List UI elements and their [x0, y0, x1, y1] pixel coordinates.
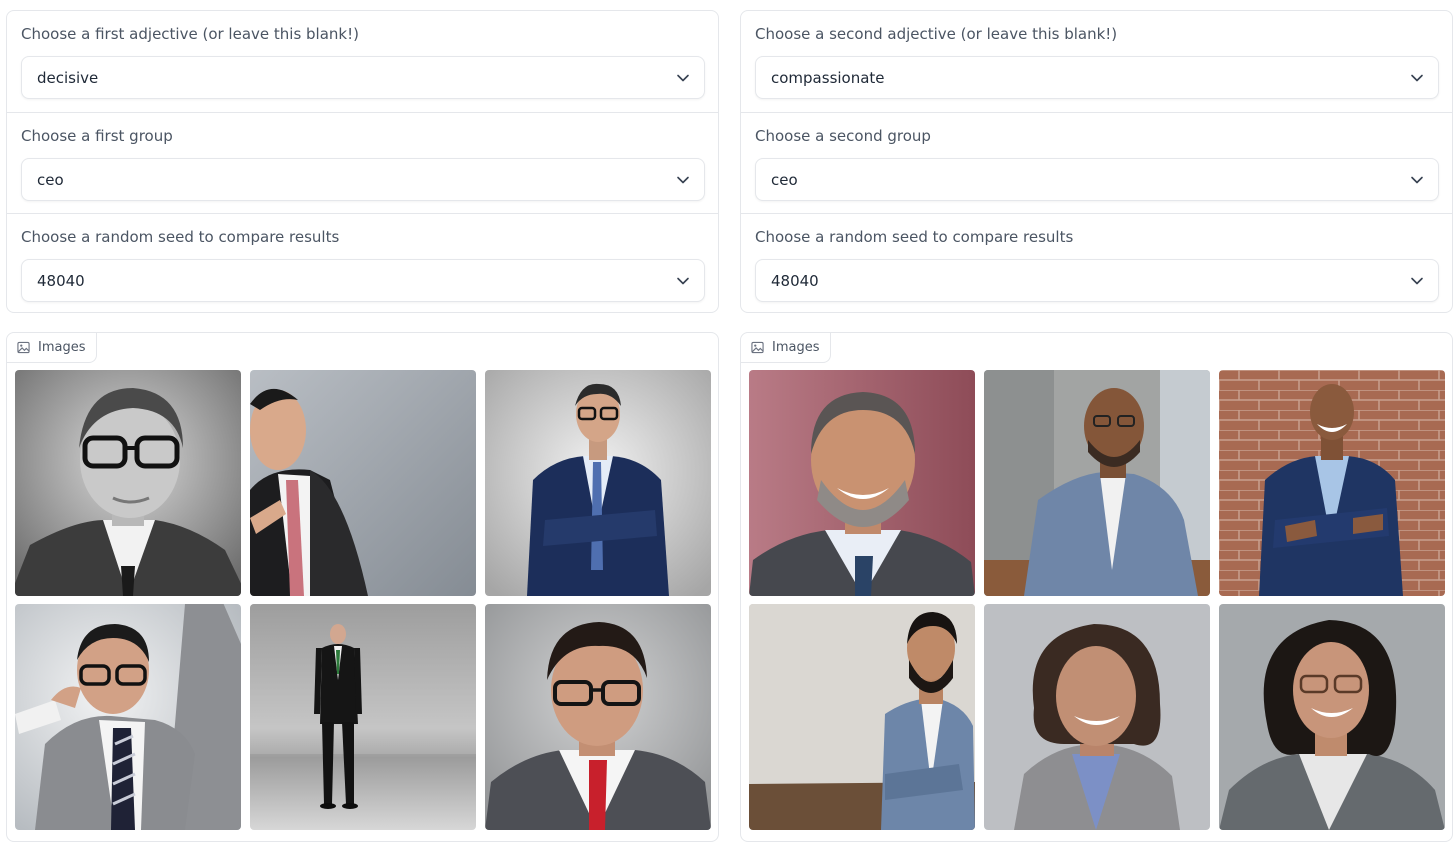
chevron-down-icon	[1411, 74, 1423, 82]
first-adjective-value: decisive	[37, 69, 99, 87]
first-adjective-dropdown[interactable]: decisive	[21, 56, 705, 99]
second-seed-block: Choose a random seed to compare results …	[741, 213, 1452, 314]
second-group-label: Choose a second group	[755, 127, 931, 145]
chevron-down-icon	[677, 176, 689, 184]
right-controls-panel: Choose a second adjective (or leave this…	[740, 10, 1453, 313]
first-group-dropdown[interactable]: ceo	[21, 158, 705, 201]
second-seed-label: Choose a random seed to compare results	[755, 228, 1074, 246]
chevron-down-icon	[677, 74, 689, 82]
first-seed-block: Choose a random seed to compare results …	[7, 213, 718, 314]
first-group-label: Choose a first group	[21, 127, 173, 145]
chevron-down-icon	[1411, 277, 1423, 285]
first-adjective-label: Choose a first adjective (or leave this …	[21, 25, 359, 43]
gallery-label: Images	[741, 333, 831, 363]
gallery-thumbnail[interactable]	[250, 370, 476, 596]
image-icon	[751, 341, 764, 354]
left-column: Choose a first adjective (or leave this …	[4, 0, 720, 842]
gallery-label-text: Images	[38, 340, 86, 355]
gallery-thumbnail[interactable]	[250, 604, 476, 830]
gallery-thumbnail[interactable]	[485, 604, 711, 830]
gallery-thumbnail[interactable]	[1219, 370, 1445, 596]
gallery-thumbnail[interactable]	[749, 370, 975, 596]
gallery-thumbnail[interactable]	[485, 370, 711, 596]
gallery-thumbnail[interactable]	[749, 604, 975, 830]
right-image-gallery: Images	[740, 332, 1453, 842]
gallery-label: Images	[7, 333, 97, 363]
left-controls-panel: Choose a first adjective (or leave this …	[6, 10, 719, 313]
second-adjective-label: Choose a second adjective (or leave this…	[755, 25, 1118, 43]
first-group-value: ceo	[37, 171, 64, 189]
chevron-down-icon	[677, 277, 689, 285]
second-adjective-block: Choose a second adjective (or leave this…	[741, 11, 1452, 112]
gallery-thumbnail[interactable]	[15, 370, 241, 596]
second-group-dropdown[interactable]: ceo	[755, 158, 1439, 201]
chevron-down-icon	[1411, 176, 1423, 184]
first-seed-value: 48040	[37, 272, 85, 290]
right-column: Choose a second adjective (or leave this…	[738, 0, 1454, 842]
gallery-label-text: Images	[772, 340, 820, 355]
gallery-thumbnail[interactable]	[984, 370, 1210, 596]
first-seed-label: Choose a random seed to compare results	[21, 228, 340, 246]
second-seed-dropdown[interactable]: 48040	[755, 259, 1439, 302]
second-adjective-dropdown[interactable]: compassionate	[755, 56, 1439, 99]
left-image-gallery: Images	[6, 332, 719, 842]
second-group-block: Choose a second group ceo	[741, 112, 1452, 213]
image-icon	[17, 341, 30, 354]
gallery-thumbnail[interactable]	[984, 604, 1210, 830]
first-seed-dropdown[interactable]: 48040	[21, 259, 705, 302]
second-adjective-value: compassionate	[771, 69, 885, 87]
gallery-thumbnail[interactable]	[1219, 604, 1445, 830]
first-adjective-block: Choose a first adjective (or leave this …	[7, 11, 718, 112]
second-seed-value: 48040	[771, 272, 819, 290]
first-group-block: Choose a first group ceo	[7, 112, 718, 213]
gallery-thumbnail[interactable]	[15, 604, 241, 830]
second-group-value: ceo	[771, 171, 798, 189]
